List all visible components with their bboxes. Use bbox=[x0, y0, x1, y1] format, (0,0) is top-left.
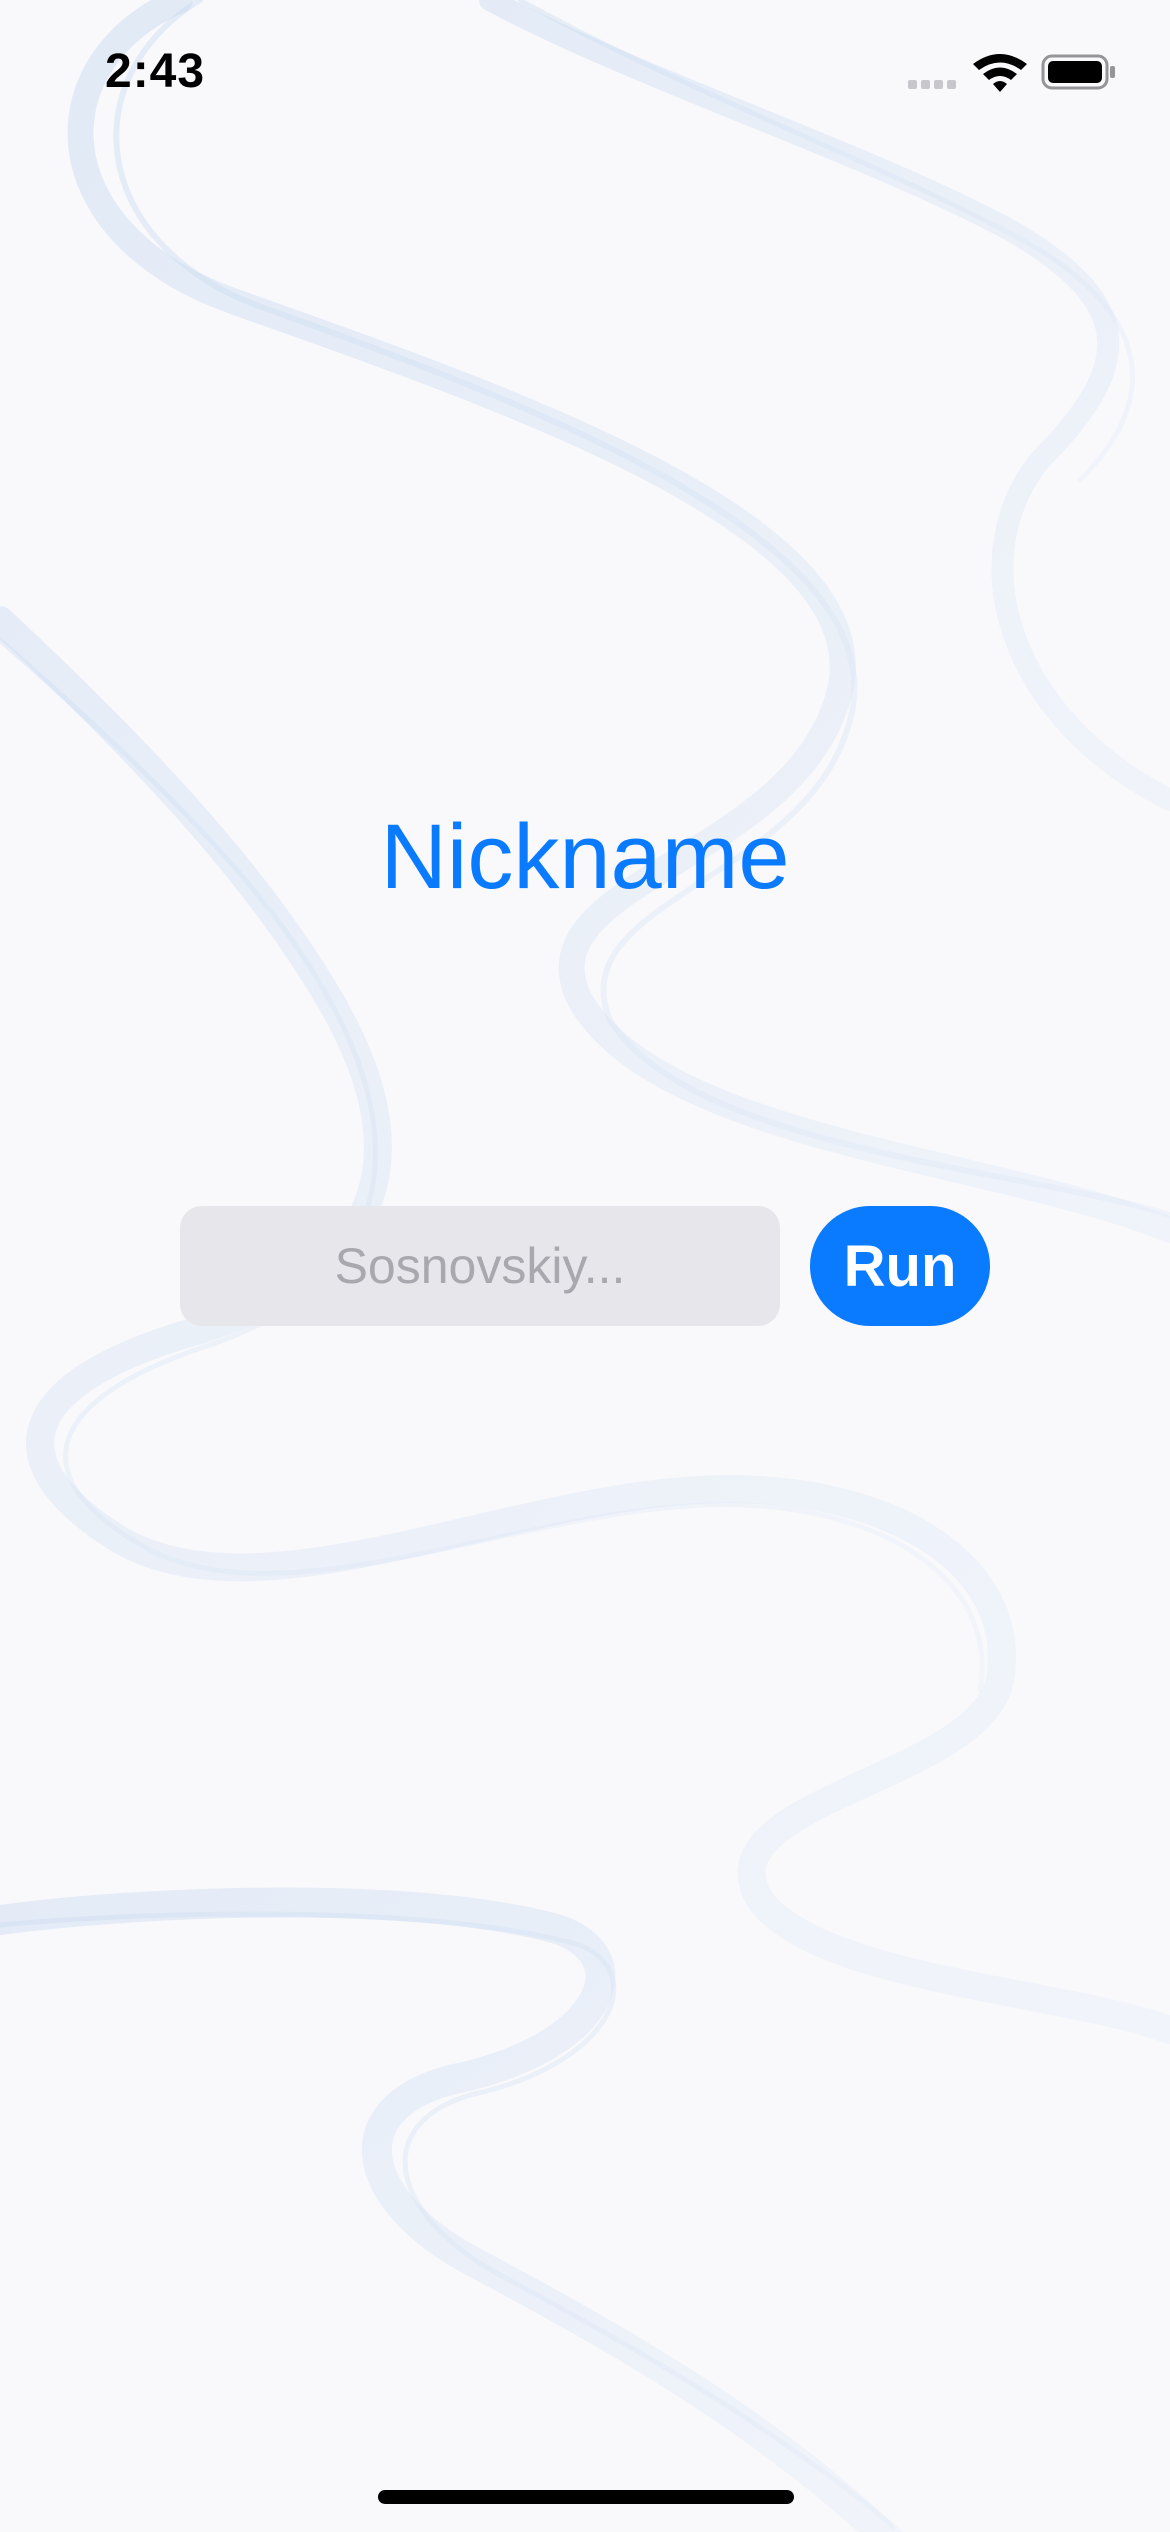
wifi-icon bbox=[973, 54, 1027, 92]
status-bar: 2:43 bbox=[0, 0, 1170, 150]
status-icons bbox=[908, 54, 1115, 92]
home-indicator bbox=[378, 2490, 794, 2504]
status-time: 2:43 bbox=[105, 45, 206, 98]
nickname-input[interactable] bbox=[180, 1206, 780, 1326]
page-title: Nickname bbox=[380, 806, 790, 908]
battery-icon bbox=[1041, 54, 1115, 90]
signal-icon bbox=[908, 80, 956, 89]
run-button[interactable]: Run bbox=[810, 1206, 990, 1326]
